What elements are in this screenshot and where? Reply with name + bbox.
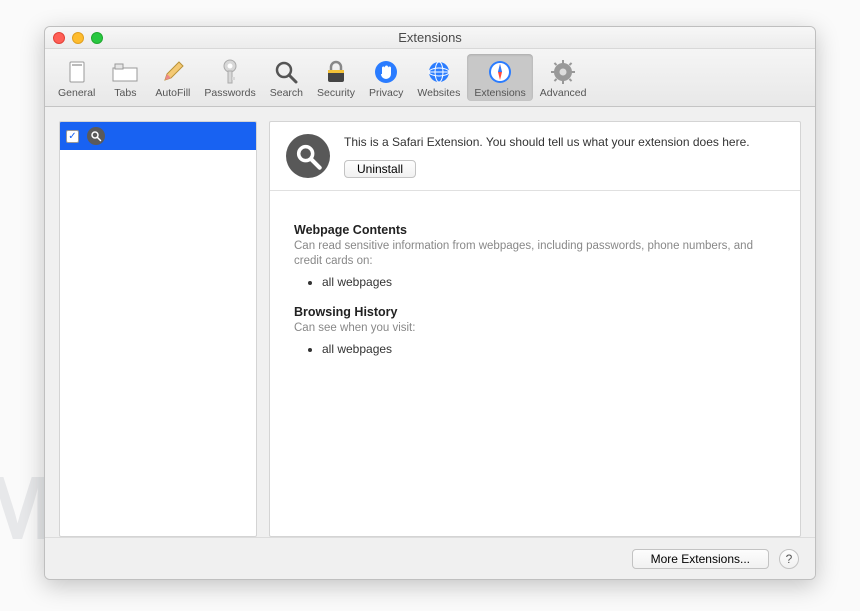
permissions-section: Webpage Contents Can read sensitive info… <box>270 191 800 388</box>
extension-header: This is a Safari Extension. You should t… <box>270 122 800 191</box>
permission-list: all webpages <box>322 342 776 356</box>
title-bar: Extensions <box>45 27 815 49</box>
tab-label: Extensions <box>474 87 525 99</box>
tabs-icon <box>111 58 139 86</box>
close-icon[interactable] <box>53 32 65 44</box>
tab-label: Websites <box>417 87 460 99</box>
permission-subtitle: Can read sensitive information from webp… <box>294 239 776 269</box>
extension-description: This is a Safari Extension. You should t… <box>344 134 750 150</box>
tab-passwords[interactable]: Passwords <box>197 54 262 101</box>
minimize-icon[interactable] <box>72 32 84 44</box>
extension-details: This is a Safari Extension. You should t… <box>269 121 801 537</box>
help-button[interactable]: ? <box>779 549 799 569</box>
tab-label: General <box>58 87 95 99</box>
lock-icon <box>322 58 350 86</box>
search-icon <box>272 58 300 86</box>
tab-websites[interactable]: Websites <box>410 54 467 101</box>
extensions-sidebar: ✓ <box>59 121 257 537</box>
extension-enabled-checkbox[interactable]: ✓ <box>66 130 79 143</box>
uninstall-button[interactable]: Uninstall <box>344 160 416 178</box>
permission-list: all webpages <box>322 275 776 289</box>
permission-title: Webpage Contents <box>294 223 776 237</box>
zoom-icon[interactable] <box>91 32 103 44</box>
tab-label: Search <box>270 87 303 99</box>
content-area: ✓ This is a Safari Extension. You should… <box>45 107 815 537</box>
tab-advanced[interactable]: Advanced <box>533 54 594 101</box>
hand-icon <box>372 58 400 86</box>
list-item: all webpages <box>322 275 776 289</box>
search-icon <box>87 127 105 145</box>
tab-label: Tabs <box>114 87 136 99</box>
globe-icon <box>425 58 453 86</box>
tab-label: AutoFill <box>155 87 190 99</box>
permission-subtitle: Can see when you visit: <box>294 321 776 336</box>
tab-tabs[interactable]: Tabs <box>102 54 148 101</box>
compass-icon <box>486 58 514 86</box>
tab-label: Passwords <box>204 87 255 99</box>
tab-extensions[interactable]: Extensions <box>467 54 532 101</box>
more-extensions-button[interactable]: More Extensions... <box>632 549 769 569</box>
key-icon <box>216 58 244 86</box>
traffic-lights <box>53 32 103 44</box>
sidebar-item-extension[interactable]: ✓ <box>60 122 256 150</box>
preferences-toolbar: General Tabs AutoFill Passwords Search <box>45 49 815 107</box>
window-title: Extensions <box>45 30 815 45</box>
tab-security[interactable]: Security <box>310 54 362 101</box>
extension-info: This is a Safari Extension. You should t… <box>344 134 750 178</box>
tab-privacy[interactable]: Privacy <box>362 54 410 101</box>
gear-icon <box>549 58 577 86</box>
list-item: all webpages <box>322 342 776 356</box>
window-footer: More Extensions... ? <box>45 537 815 579</box>
search-icon <box>286 134 330 178</box>
pencil-icon <box>159 58 187 86</box>
tab-label: Security <box>317 87 355 99</box>
tab-autofill[interactable]: AutoFill <box>148 54 197 101</box>
tab-search[interactable]: Search <box>263 54 310 101</box>
tab-label: Advanced <box>540 87 587 99</box>
permission-title: Browsing History <box>294 305 776 319</box>
tab-label: Privacy <box>369 87 403 99</box>
tab-general[interactable]: General <box>51 54 102 101</box>
switch-icon <box>63 58 91 86</box>
preferences-window: Extensions General Tabs AutoFill Passwor… <box>44 26 816 580</box>
